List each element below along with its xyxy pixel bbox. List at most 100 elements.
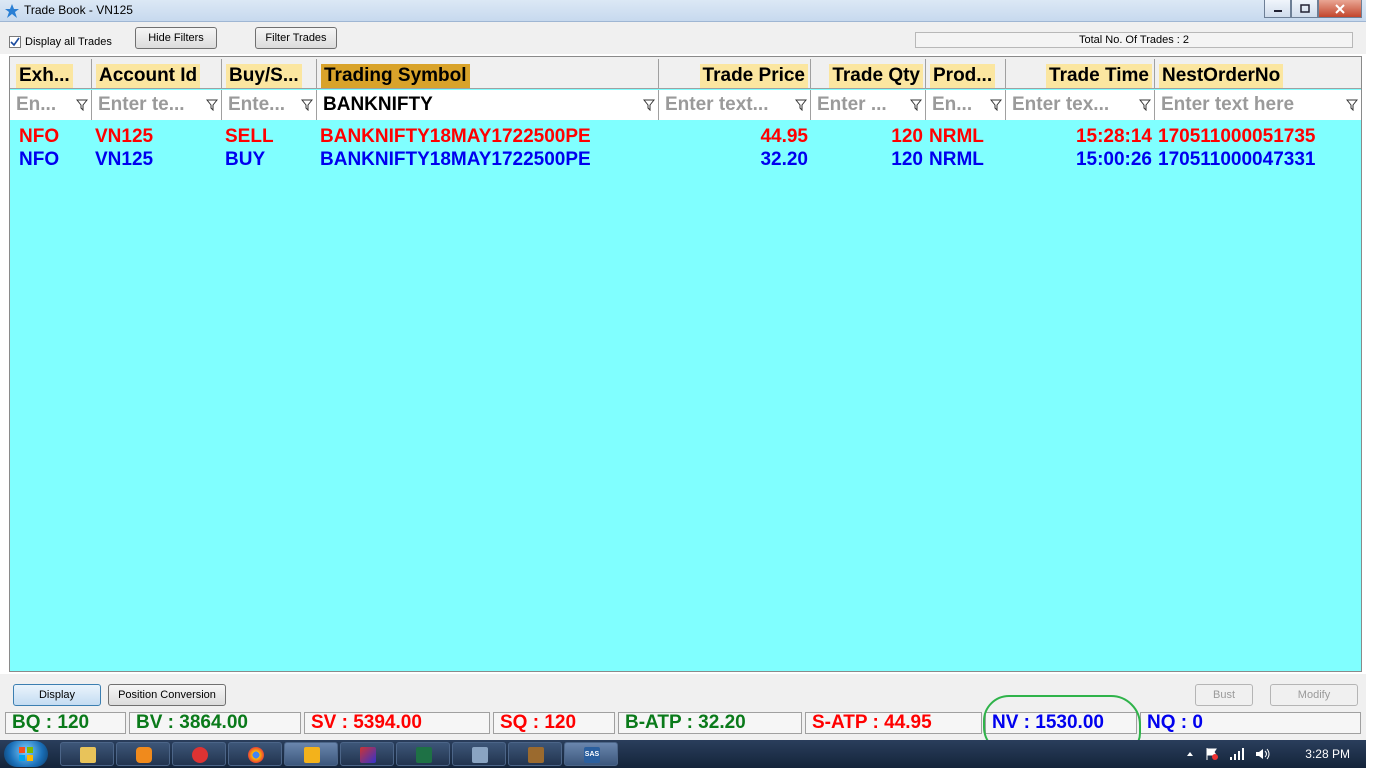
tray-arrow-icon[interactable] [1185,749,1195,759]
taskbar-clock[interactable]: 3:28 PM [1305,747,1350,761]
trade-row-sell[interactable]: NFO VN125 SELL BANKNIFTY18MAY1722500PE 4… [10,125,1361,148]
window-title-bar[interactable]: Trade Book - VN125 [0,0,1366,22]
window-title: Trade Book - VN125 [24,3,133,17]
minimize-icon [1273,9,1282,12]
filter-placeholder: En... [16,94,57,115]
summary-s-atp: S-ATP : 44.95 [805,712,982,734]
filter-placeholder: Enter text... [665,94,769,115]
cell-time: 15:28:14 [1075,126,1152,147]
header-label: Prod... [930,64,996,88]
sas-app-icon: SAS [584,747,600,763]
header-trade-price[interactable]: Trade Price [659,59,811,89]
taskbar-sas[interactable]: SAS [564,742,618,766]
maximize-icon [1299,4,1310,13]
filter-funnel-icon[interactable] [1139,99,1151,111]
maximize-button[interactable] [1291,0,1318,18]
trade-grid[interactable]: Exh... Account Id Buy/S... Trading Symbo… [9,56,1362,672]
filter-funnel-icon[interactable] [1346,99,1358,111]
taskbar-explorer[interactable] [60,742,114,766]
summary-bq: BQ : 120 [5,712,126,734]
modify-button[interactable]: Modify [1270,684,1358,706]
calculator-icon [472,747,488,763]
filter-placeholder: Enter ... [817,94,887,115]
summary-nq: NQ : 0 [1140,712,1361,734]
summary-bv: BV : 3864.00 [129,712,301,734]
header-label: Trade Qty [829,64,923,88]
cell-symbol: BANKNIFTY18MAY1722500PE [320,149,591,170]
trade-row-buy[interactable]: NFO VN125 BUY BANKNIFTY18MAY1722500PE 32… [10,148,1361,171]
filter-trades-button[interactable]: Filter Trades [255,27,337,49]
filter-funnel-icon[interactable] [990,99,1002,111]
filter-funnel-icon[interactable] [910,99,922,111]
hide-filters-button[interactable]: Hide Filters [135,27,217,49]
toolbar: Display all Trades Hide Filters Filter T… [0,22,1366,54]
network-icon[interactable] [1229,747,1245,761]
grid-header-row: Exh... Account Id Buy/S... Trading Symbo… [10,57,1361,89]
filter-trade-time-input[interactable]: Enter tex... [1006,90,1155,120]
cell-qty: 120 [891,126,923,147]
filter-account-input[interactable]: Enter te... [92,90,222,120]
filter-funnel-icon[interactable] [795,99,807,111]
app-icon [5,4,19,18]
filter-trade-price-input[interactable]: Enter text... [659,90,811,120]
filter-buy-sell-input[interactable]: Ente... [222,90,317,120]
cell-exchange: NFO [19,149,60,170]
cell-price: 32.20 [760,149,808,170]
filter-product-input[interactable]: En... [926,90,1006,120]
filter-value: BANKNIFTY [323,94,433,115]
summary-sq: SQ : 120 [493,712,615,734]
minimize-button[interactable] [1264,0,1291,18]
filter-placeholder: En... [932,94,973,115]
filter-nest-order-input[interactable]: Enter text here [1155,90,1361,120]
cell-product: NRML [929,149,984,170]
header-trade-qty[interactable]: Trade Qty [811,59,926,89]
taskbar-chrome[interactable] [228,742,282,766]
total-trades-count: Total No. Of Trades : 2 [915,32,1353,48]
windows-logo-icon [19,747,33,761]
action-center-flag-icon[interactable] [1205,747,1219,761]
display-all-label[interactable]: Display all Trades [25,36,112,48]
filter-trading-symbol-input[interactable]: BANKNIFTY [317,90,659,120]
filter-trade-qty-input[interactable]: Enter ... [811,90,926,120]
header-label: Buy/S... [226,64,302,88]
filter-funnel-icon[interactable] [206,99,218,111]
filter-funnel-icon[interactable] [643,99,655,111]
header-trade-time[interactable]: Trade Time [1006,59,1155,89]
volume-icon[interactable] [1255,747,1271,761]
start-button[interactable] [4,741,48,767]
taskbar-calculator[interactable] [452,742,506,766]
display-button[interactable]: Display [13,684,101,706]
header-exchange[interactable]: Exh... [10,59,92,89]
taskbar-media-player[interactable] [116,742,170,766]
close-button[interactable] [1318,0,1362,18]
grid-filter-row: En... Enter te... Ente... BANKNIFTY Ente… [10,90,1361,120]
header-label: NestOrderNo [1159,64,1284,88]
cell-buy-sell: SELL [225,126,274,147]
cell-product: NRML [929,126,984,147]
cell-symbol: BANKNIFTY18MAY1722500PE [320,126,591,147]
taskbar-app-9[interactable] [508,742,562,766]
taskbar-app-5[interactable] [284,742,338,766]
filter-placeholder: Enter tex... [1012,94,1110,115]
header-product[interactable]: Prod... [926,59,1006,89]
excel-icon [416,747,432,763]
cell-price: 44.95 [760,126,808,147]
taskbar-app-3[interactable] [172,742,226,766]
header-account-id[interactable]: Account Id [92,59,222,89]
app-icon [528,747,544,763]
filter-funnel-icon[interactable] [301,99,313,111]
taskbar-app-6[interactable] [340,742,394,766]
position-conversion-button[interactable]: Position Conversion [108,684,226,706]
header-nest-order-no[interactable]: NestOrderNo [1155,59,1361,89]
bust-button[interactable]: Bust [1195,684,1253,706]
display-all-checkbox[interactable] [9,36,21,48]
header-buy-sell[interactable]: Buy/S... [222,59,317,89]
filter-funnel-icon[interactable] [76,99,88,111]
header-trading-symbol[interactable]: Trading Symbol [317,59,659,89]
close-icon [1335,3,1345,14]
cell-order-no: 170511000047331 [1158,149,1316,170]
header-label: Trading Symbol [321,64,470,88]
taskbar-excel[interactable] [396,742,450,766]
checkmark-icon [10,37,20,47]
filter-exchange-input[interactable]: En... [10,90,92,120]
